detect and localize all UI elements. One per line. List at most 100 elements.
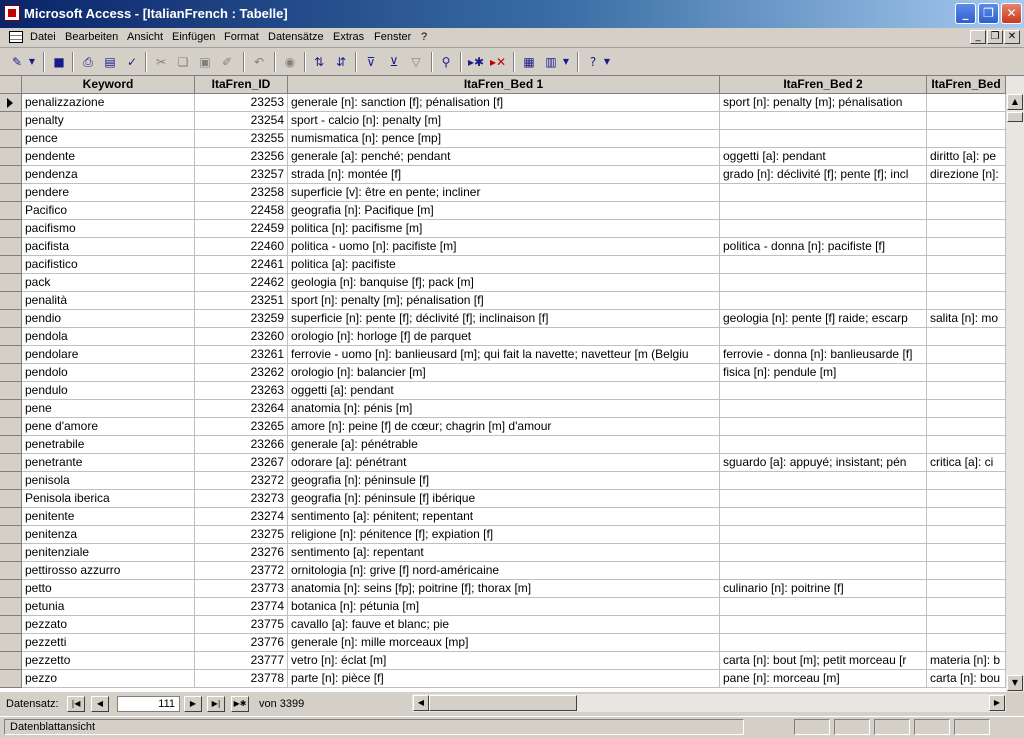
cell-id[interactable]: 23256 xyxy=(195,148,288,166)
cell-bed2[interactable] xyxy=(720,562,927,580)
cell-bed1[interactable]: religione [n]: pénitence [f]; expiation … xyxy=(288,526,720,544)
cell-bed3[interactable] xyxy=(927,184,1006,202)
cell-bed3[interactable]: salita [n]: mo xyxy=(927,310,1006,328)
cell-bed2[interactable]: culinario [n]: poitrine [f] xyxy=(720,580,927,598)
minimize-icon[interactable]: _ xyxy=(955,3,976,24)
row-selector[interactable] xyxy=(0,418,22,436)
cell-bed3[interactable]: critica [a]: ci xyxy=(927,454,1006,472)
cell-id[interactable]: 23276 xyxy=(195,544,288,562)
scroll-left-icon[interactable]: ◀ xyxy=(413,695,429,711)
row-selector[interactable] xyxy=(0,382,22,400)
cell-id[interactable]: 23261 xyxy=(195,346,288,364)
cell-keyword[interactable]: pacifismo xyxy=(22,220,195,238)
row-selector[interactable] xyxy=(0,454,22,472)
table-row[interactable]: penalità 23251 sport [n]: penalty [m]; pén… xyxy=(0,292,1006,310)
cell-bed1[interactable]: anatomia [n]: pénis [m] xyxy=(288,400,720,418)
properties-icon[interactable]: ▦ xyxy=(520,53,538,71)
menu-ansicht[interactable]: Ansicht xyxy=(127,31,163,43)
cell-bed3[interactable] xyxy=(927,328,1006,346)
sort-ascending-icon[interactable]: ⇅ xyxy=(310,53,328,71)
spelling-icon[interactable]: ✓ xyxy=(123,53,141,71)
table-row[interactable]: pendola 23260 orologio [n]: horloge [f] de… xyxy=(0,328,1006,346)
cell-keyword[interactable]: penetrabile xyxy=(22,436,195,454)
cell-bed1[interactable]: vetro [n]: éclat [m] xyxy=(288,652,720,670)
row-selector[interactable] xyxy=(0,292,22,310)
cell-bed1[interactable]: politica [a]: pacifiste xyxy=(288,256,720,274)
doc-minimize-icon[interactable]: _ xyxy=(970,30,986,44)
table-row[interactable]: pene d'amore 23265 amore [n]: peine [f] de… xyxy=(0,418,1006,436)
undo-icon[interactable]: ↶ xyxy=(250,53,268,71)
row-selector[interactable] xyxy=(0,274,22,292)
menu-einfuegen[interactable]: Einfügen xyxy=(172,31,215,43)
cell-bed2[interactable] xyxy=(720,274,927,292)
cell-bed2[interactable] xyxy=(720,526,927,544)
table-row[interactable]: penitenziale 23276 sentimento [a]: repenta… xyxy=(0,544,1006,562)
new-record-nav-icon[interactable]: ▶✱ xyxy=(231,696,249,712)
cell-bed1[interactable]: geografia [n]: péninsule [f] xyxy=(288,472,720,490)
cell-id[interactable]: 23263 xyxy=(195,382,288,400)
cell-bed1[interactable]: strada [n]: montée [f] xyxy=(288,166,720,184)
cell-keyword[interactable]: penetrante xyxy=(22,454,195,472)
cell-bed1[interactable]: sport - calcio [n]: penalty [m] xyxy=(288,112,720,130)
cell-keyword[interactable]: pendola xyxy=(22,328,195,346)
cell-bed2[interactable]: ferrovie - donna [n]: banlieusarde [f] xyxy=(720,346,927,364)
cell-bed3[interactable]: carta [n]: bou xyxy=(927,670,1006,688)
cell-bed1[interactable]: generale [a]: penché; pendant xyxy=(288,148,720,166)
row-selector[interactable] xyxy=(0,616,22,634)
cell-bed2[interactable] xyxy=(720,400,927,418)
cell-bed3[interactable] xyxy=(927,436,1006,454)
horizontal-scroll-thumb[interactable] xyxy=(429,695,577,711)
row-selector[interactable] xyxy=(0,310,22,328)
cell-keyword[interactable]: pettirosso azzurro xyxy=(22,562,195,580)
cell-id[interactable]: 23272 xyxy=(195,472,288,490)
cell-id[interactable]: 23257 xyxy=(195,166,288,184)
table-row[interactable]: pacifista 22460 politica - uomo [n]: pacif… xyxy=(0,238,1006,256)
cell-bed3[interactable]: materia [n]: b xyxy=(927,652,1006,670)
print-icon[interactable]: ⎙ xyxy=(79,53,97,71)
cell-bed2[interactable] xyxy=(720,382,927,400)
cell-id[interactable]: 23265 xyxy=(195,418,288,436)
cell-keyword[interactable]: penitente xyxy=(22,508,195,526)
doc-restore-icon[interactable]: ❐ xyxy=(987,30,1003,44)
cell-bed1[interactable]: ferrovie - uomo [n]: banlieusard [m]; qu… xyxy=(288,346,720,364)
row-selector[interactable] xyxy=(0,112,22,130)
row-selector[interactable] xyxy=(0,490,22,508)
cell-bed1[interactable]: sport [n]: penalty [m]; pénalisation [f] xyxy=(288,292,720,310)
first-record-icon[interactable]: |◀ xyxy=(67,696,85,712)
cell-keyword[interactable]: penalizzazione xyxy=(22,94,195,112)
select-all-corner[interactable] xyxy=(0,76,22,94)
cell-bed2[interactable] xyxy=(720,256,927,274)
cell-keyword[interactable]: pezzetto xyxy=(22,652,195,670)
menu-bearbeiten[interactable]: Bearbeiten xyxy=(65,31,118,43)
cell-keyword[interactable]: pene xyxy=(22,400,195,418)
cell-id[interactable]: 23778 xyxy=(195,670,288,688)
row-selector[interactable] xyxy=(0,400,22,418)
table-row[interactable]: pezzetti 23776 generale [n]: mille morceau… xyxy=(0,634,1006,652)
sort-descending-icon[interactable]: ⇵ xyxy=(332,53,350,71)
table-row[interactable]: penalty 23254 sport - calcio [n]: penalty … xyxy=(0,112,1006,130)
cell-keyword[interactable]: pendolo xyxy=(22,364,195,382)
cut-icon[interactable]: ✂ xyxy=(152,53,170,71)
cell-bed3[interactable] xyxy=(927,346,1006,364)
cell-bed3[interactable] xyxy=(927,418,1006,436)
vertical-scroll-thumb[interactable] xyxy=(1007,112,1023,122)
cell-bed2[interactable] xyxy=(720,472,927,490)
cell-keyword[interactable]: pacifista xyxy=(22,238,195,256)
menu-format[interactable]: Format xyxy=(224,31,259,43)
format-painter-icon[interactable]: ✐ xyxy=(218,53,236,71)
cell-id[interactable]: 22458 xyxy=(195,202,288,220)
row-selector[interactable] xyxy=(0,634,22,652)
column-header-bed2[interactable]: ItaFren_Bed 2 xyxy=(720,76,927,94)
cell-keyword[interactable]: pendio xyxy=(22,310,195,328)
cell-bed3[interactable] xyxy=(927,544,1006,562)
row-selector[interactable] xyxy=(0,184,22,202)
cell-id[interactable]: 23251 xyxy=(195,292,288,310)
row-selector[interactable] xyxy=(0,562,22,580)
table-row[interactable]: Penisola iberica 23273 geografia [n]: péni… xyxy=(0,490,1006,508)
row-selector[interactable] xyxy=(0,256,22,274)
cell-bed3[interactable] xyxy=(927,94,1006,112)
row-selector[interactable] xyxy=(0,526,22,544)
table-row[interactable]: pezzato 23775 cavallo [a]: fauve et blanc;… xyxy=(0,616,1006,634)
row-selector[interactable] xyxy=(0,436,22,454)
table-row[interactable]: pendere 23258 superficie [v]: être en pent… xyxy=(0,184,1006,202)
